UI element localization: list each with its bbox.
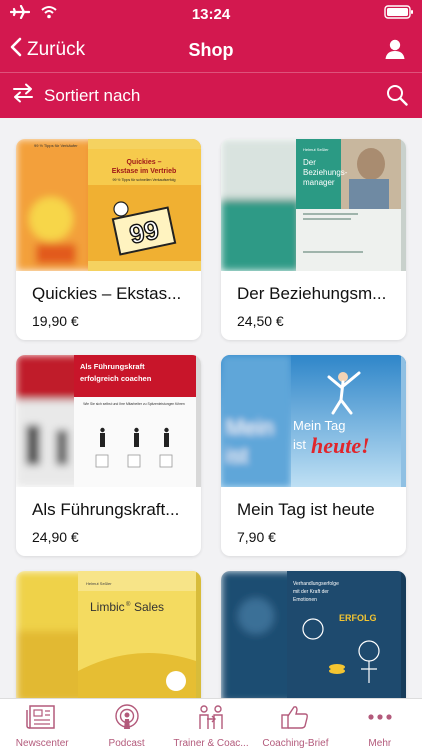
product-price: 24,90 €	[32, 529, 79, 545]
svg-text:Limbic: Limbic	[90, 600, 125, 614]
cover-corner-text: 99 ½ Tipps für Verkäufer	[34, 143, 78, 148]
cover-author: Helmut Seßler	[303, 147, 329, 152]
svg-text:Mein Tag: Mein Tag	[293, 418, 346, 433]
svg-text:erfolgreich coachen: erfolgreich coachen	[80, 374, 152, 383]
svg-text:Mein: Mein	[226, 415, 274, 440]
product-title: Quickies – Ekstas...	[32, 284, 182, 303]
sort-label: Sortiert nach	[44, 85, 141, 105]
svg-text:Emotionen: Emotionen	[293, 597, 317, 603]
back-button[interactable]: Zurück	[10, 37, 85, 63]
cover-badge: 99	[127, 214, 162, 249]
book-cover: Mein ist Mein Tag ist heute!	[221, 355, 406, 487]
svg-text:Verhandlungserfolge: Verhandlungserfolge	[293, 581, 339, 587]
user-icon	[384, 39, 406, 64]
svg-text:Ekstase im Vertrieb: Ekstase im Vertrieb	[112, 168, 177, 175]
svg-text:manager: manager	[303, 178, 335, 187]
back-label: Zurück	[27, 39, 86, 60]
product-card[interactable]: Quickies – Ekstase im Vertrieb 99 ½ Tipp…	[16, 139, 201, 340]
thumbs-up-icon	[279, 704, 311, 735]
svg-text:Beziehungs-: Beziehungs-	[303, 168, 348, 177]
profile-button[interactable]	[384, 38, 406, 65]
cover-author: Helmut Seßler	[86, 581, 112, 586]
tab-trainer-coach[interactable]: Trainer & Coac...	[169, 699, 253, 750]
tab-label: Trainer & Coac...	[173, 738, 249, 749]
product-card[interactable]: Der Beziehungs- manager Helmut Seßler De…	[221, 139, 406, 340]
product-card[interactable]: Verhandlungserfolge mit der Kraft der Em…	[221, 571, 406, 698]
chevron-left-icon	[10, 37, 22, 63]
battery-icon	[384, 5, 414, 23]
cover-subtitle: Wie Sie sich selbst und Ihre Mitarbeiter…	[83, 402, 185, 406]
sort-bar: Sortiert nach	[0, 72, 422, 118]
product-title: Als Führungskraft...	[32, 500, 180, 519]
product-price: 19,90 €	[32, 313, 79, 329]
cover-subtitle: 99 ½ Tipps für schnellen Verkaufserfolg	[113, 178, 176, 182]
book-cover: Verhandlungserfolge mit der Kraft der Em…	[221, 571, 406, 698]
status-bar: 13:24	[0, 0, 422, 28]
svg-text:mit der Kraft der: mit der Kraft der	[293, 589, 329, 595]
svg-text:Sales: Sales	[134, 600, 164, 614]
page-title: Shop	[188, 39, 234, 60]
top-bar: 13:24 Zurück Shop Sortiert nach	[0, 0, 422, 118]
tab-coaching-brief[interactable]: Coaching-Brief	[253, 699, 337, 750]
tab-bar: Newscenter Podcast Trainer & Coac... Coa…	[0, 698, 422, 750]
airplane-icon	[9, 4, 31, 23]
book-cover: Helmut Seßler Limbic ® Sales	[16, 571, 201, 698]
product-price: 7,90 €	[237, 529, 276, 545]
product-grid: Quickies – Ekstase im Vertrieb 99 ½ Tipp…	[0, 118, 422, 698]
product-card[interactable]: Als Führungskraft erfolgreich coachen Wi…	[16, 355, 201, 556]
product-price: 24,50 €	[237, 313, 284, 329]
book-cover: Der Beziehungs- manager Helmut Seßler	[221, 139, 406, 271]
newspaper-icon	[26, 704, 58, 735]
search-button[interactable]	[386, 84, 408, 111]
svg-text:Als Führungskraft: Als Führungskraft	[80, 362, 145, 371]
svg-text:ist: ist	[293, 437, 306, 452]
svg-text:Der: Der	[303, 158, 316, 167]
sort-button[interactable]: Sortiert nach	[12, 83, 140, 108]
product-card[interactable]: Helmut Seßler Limbic ® Sales	[16, 571, 201, 698]
book-cover: Quickies – Ekstase im Vertrieb 99 ½ Tipp…	[16, 139, 201, 271]
navigation-bar: Zurück Shop	[0, 28, 422, 72]
svg-text:ist: ist	[226, 443, 248, 468]
tab-label: Coaching-Brief	[262, 738, 329, 749]
trainer-coach-icon	[195, 704, 227, 735]
more-dots-icon	[364, 704, 396, 735]
tab-label: Newscenter	[15, 738, 69, 749]
product-title: Mein Tag ist heute	[237, 500, 375, 519]
tab-label: Podcast	[108, 738, 145, 749]
cover-badge: ERFOLG	[339, 613, 377, 623]
product-title: Der Beziehungsm...	[237, 284, 387, 303]
product-card[interactable]: Mein ist Mein Tag ist heute! Mein Tag is…	[221, 355, 406, 556]
book-cover: Als Führungskraft erfolgreich coachen Wi…	[16, 355, 201, 487]
sort-arrows-icon	[12, 83, 34, 108]
podcast-icon	[111, 704, 143, 735]
tab-podcast[interactable]: Podcast	[84, 699, 168, 750]
tab-label: Mehr	[368, 738, 392, 749]
tab-newscenter[interactable]: Newscenter	[0, 699, 84, 750]
tab-more[interactable]: Mehr	[338, 699, 422, 750]
svg-text:heute!: heute!	[311, 433, 370, 458]
svg-text:®: ®	[126, 601, 131, 608]
svg-text:Quickies –: Quickies –	[126, 159, 161, 166]
wifi-icon	[40, 5, 58, 23]
search-icon	[386, 85, 408, 110]
